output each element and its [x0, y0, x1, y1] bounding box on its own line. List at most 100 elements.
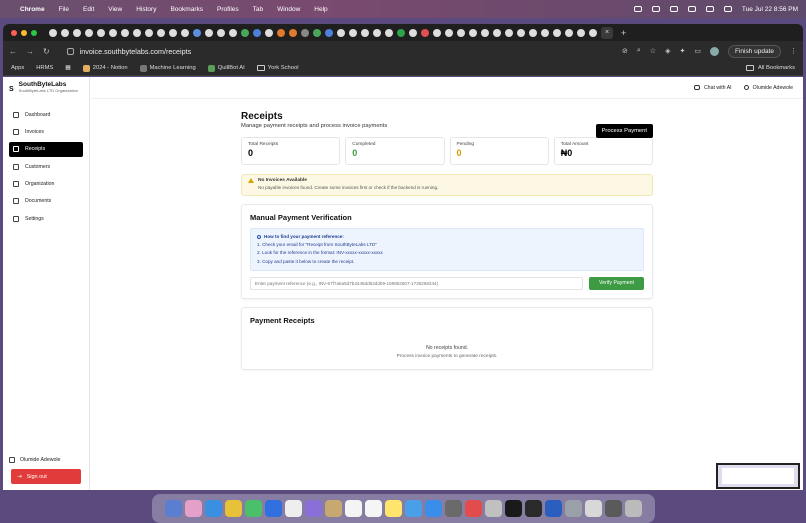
menu-bookmarks[interactable]: Bookmarks	[170, 6, 203, 13]
camera-off-icon[interactable]: ⊘	[622, 47, 628, 55]
brand[interactable]: S SouthByteLabs SouthByteLabs LTD Organi…	[3, 77, 89, 97]
tab-favicon[interactable]	[205, 28, 213, 37]
tab-favicon[interactable]	[289, 28, 297, 37]
play-icon[interactable]	[651, 6, 660, 12]
menu-edit[interactable]: Edit	[83, 6, 94, 13]
forward-icon[interactable]: →	[26, 47, 34, 56]
bookmark-star-icon[interactable]: ☆	[650, 47, 656, 55]
dock-app-icon[interactable]	[425, 500, 442, 517]
cloud-icon[interactable]	[633, 6, 642, 12]
bookmark-apps[interactable]: Apps	[11, 65, 24, 71]
bookmark-quillbot[interactable]: QuillBot AI	[207, 64, 245, 72]
dock-app-icon[interactable]	[505, 500, 522, 517]
zoom-icon[interactable]: ⌕	[637, 47, 641, 55]
menu-history[interactable]: History	[136, 6, 156, 13]
tab-favicon[interactable]	[493, 28, 501, 37]
dock-app-icon[interactable]	[545, 500, 562, 517]
url-text[interactable]: invoice.southbytelabs.com/receipts	[80, 47, 191, 56]
tab-favicon[interactable]	[133, 28, 141, 37]
sidebar-item-organization[interactable]: Organization	[9, 177, 83, 192]
extensions-icon[interactable]: ✦	[679, 47, 685, 55]
tab-favicon[interactable]	[541, 28, 549, 37]
tab-favicon[interactable]	[397, 28, 405, 37]
address-bar[interactable]: invoice.southbytelabs.com/receipts	[66, 44, 614, 59]
control-center-icon[interactable]	[723, 6, 732, 12]
menu-file[interactable]: File	[59, 6, 69, 13]
search-icon[interactable]	[705, 6, 714, 12]
menu-app-name[interactable]: Chrome	[20, 6, 45, 13]
menu-window[interactable]: Window	[277, 6, 300, 13]
dock-app-icon[interactable]	[245, 500, 262, 517]
active-tab-close-icon[interactable]: ×	[601, 26, 613, 39]
bookmark-notion[interactable]: 2024 - Notion	[82, 64, 128, 72]
tab-favicon[interactable]	[409, 28, 417, 37]
tab-favicon[interactable]	[529, 28, 537, 37]
tab-favicon[interactable]	[577, 28, 585, 37]
tab-favicon[interactable]	[169, 28, 177, 37]
tab-favicon[interactable]	[373, 28, 381, 37]
tab-favicon[interactable]	[301, 28, 309, 37]
tab-favicon[interactable]	[313, 28, 321, 37]
new-tab-icon[interactable]: +	[621, 28, 626, 38]
dock-app-icon[interactable]	[265, 500, 282, 517]
tab-favicon[interactable]	[157, 28, 165, 37]
tab-favicon[interactable]	[445, 28, 453, 37]
dock-app-icon[interactable]	[305, 500, 322, 517]
tab-favicon[interactable]	[505, 28, 513, 37]
tab-favicon[interactable]	[325, 28, 333, 37]
sidebar-item-settings[interactable]: Settings	[9, 211, 83, 226]
tab-favicon[interactable]	[553, 28, 561, 37]
tab-favicon[interactable]	[481, 28, 489, 37]
maximize-window-button[interactable]	[31, 29, 37, 36]
tab-favicon[interactable]	[469, 28, 477, 37]
menu-profiles[interactable]: Profiles	[217, 6, 239, 13]
tab-favicon[interactable]	[61, 28, 69, 37]
dock-app-icon[interactable]	[625, 500, 642, 517]
sidebar-user[interactable]: Olumide Adewole	[9, 457, 60, 463]
extension-shield-icon[interactable]: ◈	[665, 47, 670, 55]
side-panel-icon[interactable]: ▭	[694, 47, 701, 55]
tab-favicon[interactable]	[73, 28, 81, 37]
profile-avatar[interactable]	[709, 46, 719, 56]
tab-favicon[interactable]	[85, 28, 93, 37]
tab-favicon[interactable]	[337, 28, 345, 37]
more-menu-icon[interactable]: ⋮	[790, 47, 797, 55]
tab-favicon[interactable]	[277, 28, 285, 37]
tab-favicon[interactable]	[433, 28, 441, 37]
dock-app-icon[interactable]	[225, 500, 242, 517]
sidebar-item-dashboard[interactable]: Dashboard	[9, 107, 83, 122]
bookmark-york-school[interactable]: York School	[256, 65, 299, 71]
screenshot-thumbnail[interactable]	[716, 463, 800, 489]
chat-with-ai-button[interactable]: Chat with AI	[693, 85, 732, 91]
tab-favicon[interactable]	[241, 28, 249, 37]
dock-app-icon[interactable]	[585, 500, 602, 517]
sidebar-item-invoices[interactable]: Invoices	[9, 124, 83, 139]
dock-app-icon[interactable]	[565, 500, 582, 517]
dock-app-icon[interactable]	[285, 500, 302, 517]
menu-tab[interactable]: Tab	[253, 6, 263, 13]
finish-update-button[interactable]: Finish update	[727, 44, 781, 58]
menu-view[interactable]: View	[108, 6, 122, 13]
wifi-icon[interactable]	[687, 6, 696, 12]
sign-out-button[interactable]: ⇥ Sign out	[11, 469, 81, 484]
tab-favicon[interactable]	[121, 28, 129, 37]
tab-favicon[interactable]	[385, 28, 393, 37]
dock-app-icon[interactable]	[165, 500, 182, 517]
bookmark-hrms[interactable]: HRMS	[36, 65, 53, 71]
dock-app-icon[interactable]	[325, 500, 342, 517]
bookmark-machine-learning[interactable]: Machine Learning	[139, 64, 196, 72]
dock-app-icon[interactable]	[525, 500, 542, 517]
dock-app-icon[interactable]	[205, 500, 222, 517]
tab-favicon[interactable]	[349, 28, 357, 37]
dock-app-icon[interactable]	[445, 500, 462, 517]
minimize-window-button[interactable]	[21, 29, 27, 36]
tab-favicon[interactable]	[181, 28, 189, 37]
dock-app-icon[interactable]	[485, 500, 502, 517]
tab-favicon[interactable]	[589, 28, 597, 37]
verify-payment-button[interactable]: Verify Payment	[589, 276, 644, 290]
sidebar-item-customers[interactable]: Customers	[9, 159, 83, 174]
tab-favicon[interactable]	[49, 28, 57, 37]
battery-icon[interactable]	[669, 6, 678, 12]
tab-favicon[interactable]	[361, 28, 369, 37]
tab-favicon[interactable]	[97, 28, 105, 37]
